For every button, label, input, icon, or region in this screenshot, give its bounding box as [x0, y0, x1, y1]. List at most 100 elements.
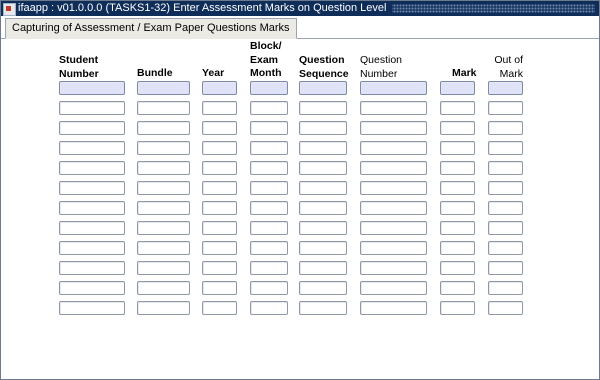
- block-exam-month-field[interactable]: [250, 241, 288, 255]
- bundle-field[interactable]: [137, 181, 190, 195]
- question-sequence-field[interactable]: [299, 101, 347, 115]
- question-sequence-field[interactable]: [299, 121, 347, 135]
- bundle-field[interactable]: [137, 281, 190, 295]
- bundle-field[interactable]: [137, 141, 190, 155]
- mark-field[interactable]: [440, 221, 475, 235]
- question-sequence-field[interactable]: [299, 161, 347, 175]
- student-number-field[interactable]: [59, 181, 125, 195]
- question-number-field[interactable]: [360, 121, 427, 135]
- question-number-field[interactable]: [360, 101, 427, 115]
- student-number-field[interactable]: [59, 241, 125, 255]
- out-of-mark-field[interactable]: [488, 121, 523, 135]
- mark-field[interactable]: [440, 101, 475, 115]
- question-sequence-field[interactable]: [299, 241, 347, 255]
- bundle-field[interactable]: [137, 81, 190, 95]
- out-of-mark-field[interactable]: [488, 181, 523, 195]
- year-field[interactable]: [202, 201, 237, 215]
- year-field[interactable]: [202, 261, 237, 275]
- question-number-field[interactable]: [360, 161, 427, 175]
- title-bar[interactable]: ifaapp : v01.0.0.0 (TASKS1-32) Enter Ass…: [1, 1, 599, 16]
- block-exam-month-field[interactable]: [250, 181, 288, 195]
- block-exam-month-field[interactable]: [250, 261, 288, 275]
- question-sequence-field[interactable]: [299, 141, 347, 155]
- mark-field[interactable]: [440, 201, 475, 215]
- question-sequence-field[interactable]: [299, 221, 347, 235]
- bundle-field[interactable]: [137, 161, 190, 175]
- student-number-field[interactable]: [59, 101, 125, 115]
- question-number-field[interactable]: [360, 301, 427, 315]
- question-sequence-field[interactable]: [299, 81, 347, 95]
- bundle-field[interactable]: [137, 221, 190, 235]
- block-exam-month-field[interactable]: [250, 101, 288, 115]
- student-number-field[interactable]: [59, 261, 125, 275]
- year-field[interactable]: [202, 281, 237, 295]
- question-number-field[interactable]: [360, 81, 427, 95]
- header-question-number: Question Number: [360, 54, 403, 80]
- year-field[interactable]: [202, 181, 237, 195]
- out-of-mark-field[interactable]: [488, 141, 523, 155]
- question-sequence-field[interactable]: [299, 261, 347, 275]
- block-exam-month-field[interactable]: [250, 281, 288, 295]
- out-of-mark-field[interactable]: [488, 221, 523, 235]
- student-number-field[interactable]: [59, 81, 125, 95]
- student-number-field[interactable]: [59, 301, 125, 315]
- question-sequence-field[interactable]: [299, 201, 347, 215]
- mark-field[interactable]: [440, 141, 475, 155]
- bundle-field[interactable]: [137, 101, 190, 115]
- out-of-mark-field[interactable]: [488, 281, 523, 295]
- bundle-field[interactable]: [137, 121, 190, 135]
- question-number-field[interactable]: [360, 281, 427, 295]
- bundle-field[interactable]: [137, 261, 190, 275]
- tab-capturing-marks[interactable]: Capturing of Assessment / Exam Paper Que…: [5, 18, 297, 39]
- mark-field[interactable]: [440, 241, 475, 255]
- bundle-field[interactable]: [137, 201, 190, 215]
- block-exam-month-field[interactable]: [250, 221, 288, 235]
- year-field[interactable]: [202, 101, 237, 115]
- out-of-mark-field[interactable]: [488, 161, 523, 175]
- student-number-field[interactable]: [59, 201, 125, 215]
- mark-field[interactable]: [440, 181, 475, 195]
- student-number-field[interactable]: [59, 281, 125, 295]
- block-exam-month-field[interactable]: [250, 141, 288, 155]
- out-of-mark-field[interactable]: [488, 241, 523, 255]
- out-of-mark-field[interactable]: [488, 201, 523, 215]
- question-number-field[interactable]: [360, 261, 427, 275]
- block-exam-month-field[interactable]: [250, 301, 288, 315]
- year-field[interactable]: [202, 161, 237, 175]
- block-exam-month-field[interactable]: [250, 121, 288, 135]
- student-number-field[interactable]: [59, 161, 125, 175]
- question-number-field[interactable]: [360, 181, 427, 195]
- mark-field[interactable]: [440, 261, 475, 275]
- year-field[interactable]: [202, 221, 237, 235]
- question-number-field[interactable]: [360, 141, 427, 155]
- mark-field[interactable]: [440, 161, 475, 175]
- question-sequence-field[interactable]: [299, 281, 347, 295]
- year-field[interactable]: [202, 141, 237, 155]
- app-icon: [3, 3, 16, 16]
- year-field[interactable]: [202, 81, 237, 95]
- question-sequence-field[interactable]: [299, 181, 347, 195]
- bundle-field[interactable]: [137, 301, 190, 315]
- out-of-mark-field[interactable]: [488, 301, 523, 315]
- mark-field[interactable]: [440, 121, 475, 135]
- year-field[interactable]: [202, 241, 237, 255]
- block-exam-month-field[interactable]: [250, 161, 288, 175]
- student-number-field[interactable]: [59, 221, 125, 235]
- question-number-field[interactable]: [360, 221, 427, 235]
- out-of-mark-field[interactable]: [488, 261, 523, 275]
- student-number-field[interactable]: [59, 141, 125, 155]
- block-exam-month-field[interactable]: [250, 201, 288, 215]
- block-exam-month-field[interactable]: [250, 81, 288, 95]
- year-field[interactable]: [202, 301, 237, 315]
- student-number-field[interactable]: [59, 121, 125, 135]
- question-number-field[interactable]: [360, 201, 427, 215]
- question-number-field[interactable]: [360, 241, 427, 255]
- bundle-field[interactable]: [137, 241, 190, 255]
- mark-field[interactable]: [440, 301, 475, 315]
- out-of-mark-field[interactable]: [488, 81, 523, 95]
- mark-field[interactable]: [440, 81, 475, 95]
- mark-field[interactable]: [440, 281, 475, 295]
- year-field[interactable]: [202, 121, 237, 135]
- question-sequence-field[interactable]: [299, 301, 347, 315]
- out-of-mark-field[interactable]: [488, 101, 523, 115]
